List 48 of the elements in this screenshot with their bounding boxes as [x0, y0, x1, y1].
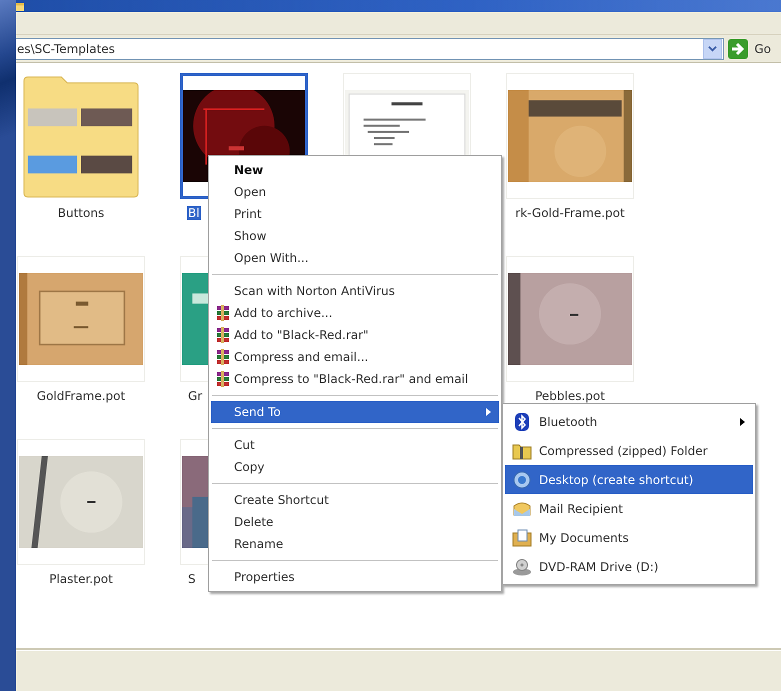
desktop-icon	[513, 470, 531, 488]
menu-item[interactable]: DVD-RAM Drive (D:)	[505, 552, 753, 581]
drive-icon	[512, 558, 532, 576]
file-name[interactable]: GoldFrame.pot	[36, 389, 126, 403]
file-name[interactable]: Buttons	[56, 206, 106, 220]
envelope-icon	[512, 500, 532, 518]
file-name[interactable]: Gr	[187, 389, 204, 403]
menu-item[interactable]: Add to archive...	[211, 302, 499, 324]
menu-item[interactable]: My Documents	[505, 523, 753, 552]
books-icon	[216, 327, 230, 343]
menu-item[interactable]: Compress and email...	[211, 346, 499, 368]
menu-item[interactable]: Show	[211, 225, 499, 247]
menu-item[interactable]: Compressed (zipped) Folder	[505, 436, 753, 465]
menu-item[interactable]: Send To	[211, 401, 499, 423]
menu-item[interactable]: Scan with Norton AntiVirus	[211, 280, 499, 302]
menu-item[interactable]: Desktop (create shortcut)	[505, 465, 753, 494]
books-icon	[216, 371, 230, 387]
menu-item[interactable]: Open With...	[211, 247, 499, 269]
submenu-arrow-icon	[486, 408, 491, 416]
submenu-arrow-icon	[740, 418, 745, 426]
books-icon	[216, 349, 230, 365]
menu-item[interactable]: Copy	[211, 456, 499, 478]
dropdown-button[interactable]	[703, 38, 722, 58]
address-field[interactable]: es\SC-Templates	[16, 38, 724, 60]
menu-item[interactable]: Cut	[211, 434, 499, 456]
file-name[interactable]: Plaster.pot	[48, 572, 114, 586]
menu-item[interactable]: Add to "Black-Red.rar"	[211, 324, 499, 346]
menu-item[interactable]: Delete	[211, 511, 499, 533]
go-button[interactable]: Go	[728, 38, 781, 58]
file-name[interactable]: Bl	[187, 206, 201, 220]
menu-item[interactable]: Properties	[211, 566, 499, 588]
menu-item[interactable]: Create Shortcut	[211, 489, 499, 511]
file-name[interactable]: rk-Gold-Frame.pot	[514, 206, 626, 220]
books-icon	[216, 305, 230, 321]
document-folder-icon	[512, 528, 532, 546]
menu-item[interactable]: Open	[211, 181, 499, 203]
menu-item[interactable]: Compress to "Black-Red.rar" and email	[211, 368, 499, 390]
menu-item[interactable]: Mail Recipient	[505, 494, 753, 523]
bluetooth-icon	[515, 412, 529, 430]
file-name[interactable]: S	[187, 572, 197, 586]
chevron-icon	[708, 44, 718, 53]
folder-icon	[16, 2, 24, 12]
file-name[interactable]: Pebbles.pot	[534, 389, 606, 403]
menu-item[interactable]: Print	[211, 203, 499, 225]
menu-item[interactable]: New	[211, 159, 499, 181]
menu-item[interactable]: Bluetooth	[505, 407, 753, 436]
menu-item[interactable]: Rename	[211, 533, 499, 555]
zip-folder-icon	[512, 442, 532, 460]
